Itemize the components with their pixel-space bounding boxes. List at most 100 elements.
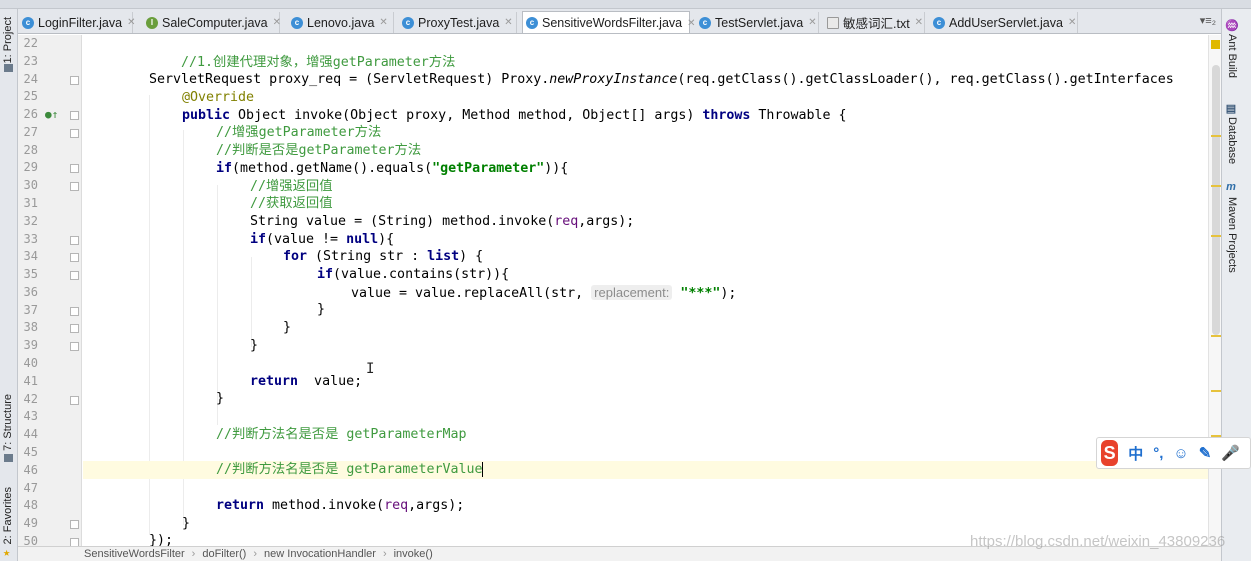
line-number[interactable]: 23	[22, 54, 38, 68]
line-number[interactable]: 27	[22, 125, 38, 139]
tab-loginfilter[interactable]: c LoginFilter.java ✕	[19, 12, 135, 33]
tool-database[interactable]: Database	[1226, 117, 1238, 164]
error-stripe[interactable]	[1208, 35, 1221, 546]
code-line-38[interactable]: }	[283, 319, 291, 337]
tab-lenovo[interactable]: c Lenovo.java ✕	[288, 12, 394, 33]
line-number[interactable]: 39	[22, 338, 38, 352]
code-line-34[interactable]: for (String str : list) {	[283, 248, 483, 266]
line-number[interactable]: 41	[22, 374, 38, 388]
breadcrumb-invocation-handler[interactable]: new InvocationHandler	[264, 548, 376, 560]
ime-chinese-mode[interactable]: 中	[1128, 443, 1143, 464]
line-number[interactable]: 42	[22, 392, 38, 406]
breadcrumb-class[interactable]: SensitiveWordsFilter	[84, 548, 185, 560]
fold-marker-icon[interactable]	[70, 520, 79, 530]
code-line-33[interactable]: if(value != null){	[250, 231, 394, 249]
tool-project[interactable]: 1: Project	[2, 17, 14, 63]
code-line-49[interactable]: }	[182, 515, 190, 533]
code-line-26[interactable]: public Object invoke(Object proxy, Metho…	[182, 107, 847, 125]
ime-microphone-icon[interactable]: 🎤	[1221, 444, 1240, 462]
code-line-46-current[interactable]: //判断方法名是否是 getParameterValue	[83, 461, 1208, 479]
fold-marker-icon[interactable]	[70, 235, 79, 245]
code-line-32[interactable]: String value = (String) method.invoke(re…	[250, 213, 634, 231]
fold-marker-icon[interactable]	[70, 164, 79, 174]
line-number[interactable]: 24	[22, 72, 38, 86]
code-line-24[interactable]: ServletRequest proxy_req = (ServletReque…	[149, 71, 1174, 89]
code-line-44[interactable]: //判断方法名是否是 getParameterMap	[216, 426, 466, 444]
fold-marker-icon[interactable]	[70, 253, 79, 263]
code-line-37[interactable]: }	[317, 301, 325, 319]
code-line-31[interactable]: //获取返回值	[250, 195, 333, 213]
tab-sensitive-words-txt[interactable]: 敏感词汇.txt ✕	[824, 12, 925, 33]
sogou-logo-icon[interactable]: S	[1101, 440, 1119, 466]
close-icon[interactable]: ✕	[504, 17, 512, 28]
code-line-28[interactable]: //判断是否是getParameter方法	[216, 142, 421, 160]
line-number[interactable]: 22	[22, 36, 38, 50]
code-editor[interactable]: //1.创建代理对象，增强getParameter方法 ServletReque…	[83, 35, 1208, 546]
code-line-41[interactable]: return value;	[250, 373, 362, 391]
close-icon[interactable]: ✕	[273, 17, 281, 28]
tab-adduserservlet[interactable]: c AddUserServlet.java ✕	[930, 12, 1078, 33]
line-number[interactable]: 49	[22, 516, 38, 530]
code-line-48[interactable]: return method.invoke(req,args);	[216, 497, 464, 515]
close-icon[interactable]: ✕	[127, 17, 135, 28]
line-number[interactable]: 29	[22, 160, 38, 174]
line-number[interactable]: 34	[22, 249, 38, 263]
line-number[interactable]: 38	[22, 320, 38, 334]
ime-emoji-icon[interactable]: ☺	[1173, 445, 1188, 462]
code-line-25[interactable]: @Override	[182, 89, 254, 107]
close-icon[interactable]: ✕	[808, 17, 816, 28]
tab-salecomputer[interactable]: I SaleComputer.java ✕	[143, 12, 281, 33]
close-icon[interactable]: ✕	[915, 17, 923, 28]
line-number[interactable]: 33	[22, 232, 38, 246]
fold-marker-icon[interactable]	[70, 324, 79, 334]
line-number[interactable]: 47	[22, 481, 38, 495]
line-number[interactable]: 44	[22, 427, 38, 441]
fold-marker-icon[interactable]	[70, 128, 79, 138]
line-number[interactable]: 28	[22, 143, 38, 157]
fold-marker-icon[interactable]	[70, 75, 79, 85]
line-number[interactable]: 35	[22, 267, 38, 281]
tool-ant-build[interactable]: Ant Build	[1226, 34, 1238, 78]
tab-list-menu[interactable]: ▾≡₂	[1200, 14, 1216, 27]
line-number[interactable]: 26	[22, 107, 38, 121]
code-line-36[interactable]: value = value.replaceAll(str, replacemen…	[351, 284, 736, 302]
line-number[interactable]: 25	[22, 89, 38, 103]
line-number[interactable]: 43	[22, 409, 38, 423]
code-line-50[interactable]: });	[149, 532, 173, 546]
line-number[interactable]: 31	[22, 196, 38, 210]
line-number[interactable]: 30	[22, 178, 38, 192]
fold-marker-icon[interactable]	[70, 395, 79, 405]
code-line-27[interactable]: //增强getParameter方法	[216, 124, 381, 142]
ime-toolbar[interactable]: S 中 °, ☺ ✎ 🎤	[1096, 437, 1251, 469]
fold-marker-icon[interactable]	[70, 306, 79, 316]
tool-maven-projects[interactable]: Maven Projects	[1226, 197, 1238, 273]
line-number[interactable]: 37	[22, 303, 38, 317]
tab-proxytest[interactable]: c ProxyTest.java ✕	[399, 12, 517, 33]
tab-sensitivewordsfilter[interactable]: c SensitiveWordsFilter.java ✕	[522, 11, 696, 33]
code-line-22[interactable]: //1.创建代理对象，增强getParameter方法	[149, 36, 455, 70]
code-line-42[interactable]: }	[216, 390, 224, 408]
line-number[interactable]: 48	[22, 498, 38, 512]
tool-structure[interactable]: 7: Structure	[2, 394, 14, 451]
fold-marker-icon[interactable]	[70, 111, 79, 121]
line-number[interactable]: 45	[22, 445, 38, 459]
line-number[interactable]: 36	[22, 285, 38, 299]
ime-pen-icon[interactable]: ✎	[1199, 444, 1212, 462]
line-number[interactable]: 46	[22, 463, 38, 477]
code-line-29[interactable]: if(method.getName().equals("getParameter…	[216, 160, 568, 178]
close-icon[interactable]: ✕	[1068, 17, 1076, 28]
close-icon[interactable]: ✕	[379, 17, 387, 28]
fold-marker-icon[interactable]	[70, 342, 79, 352]
breadcrumb-method-invoke[interactable]: invoke()	[394, 548, 433, 560]
code-line-35[interactable]: if(value.contains(str)){	[317, 266, 509, 284]
tab-testservlet[interactable]: c TestServlet.java ✕	[696, 12, 819, 33]
code-line-39[interactable]: }	[250, 337, 258, 355]
fold-marker-icon[interactable]	[70, 271, 79, 281]
vertical-scrollbar-thumb[interactable]	[1212, 65, 1220, 335]
override-marker-icon[interactable]: ●↑	[45, 108, 58, 121]
ime-punctuation-icon[interactable]: °,	[1153, 445, 1163, 462]
tool-favorites[interactable]: 2: Favorites	[2, 487, 14, 544]
line-number[interactable]: 32	[22, 214, 38, 228]
line-number[interactable]: 40	[22, 356, 38, 370]
breadcrumb-method-dofilter[interactable]: doFilter()	[202, 548, 246, 560]
